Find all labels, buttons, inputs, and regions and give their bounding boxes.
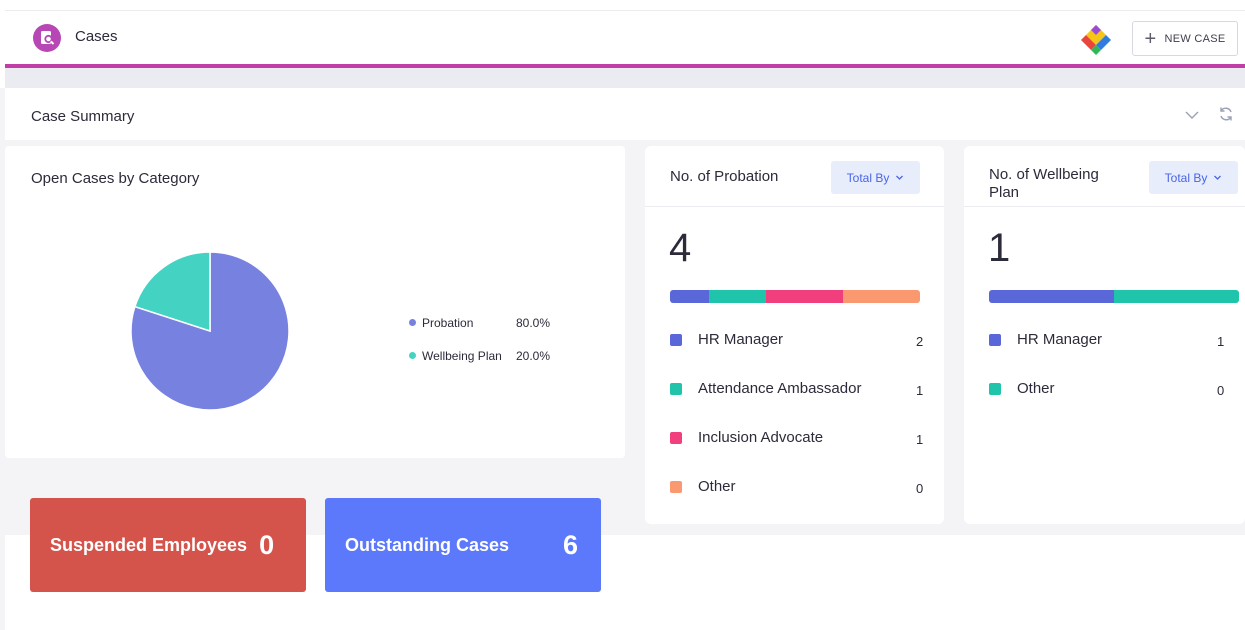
bar-segment-hr-manager xyxy=(670,290,709,303)
legend-dot xyxy=(409,319,416,326)
breakdown-count: 0 xyxy=(1217,383,1225,398)
breakdown-label: Attendance Ambassador xyxy=(698,380,862,397)
color-swatch xyxy=(989,333,1001,346)
chevron-down-icon[interactable] xyxy=(1183,106,1201,124)
open-cases-card: Open Cases by Category Probation 80.0% W… xyxy=(5,146,625,458)
wellbeing-total-by-dropdown[interactable]: Total By xyxy=(1149,161,1238,194)
breakdown-row-attendance-ambassador[interactable]: Attendance Ambassador xyxy=(670,380,861,397)
suspended-employees-count: 0 xyxy=(259,529,275,560)
breakdown-count: 1 xyxy=(916,432,924,447)
legend-item-probation[interactable]: Probation 80.0% xyxy=(409,306,556,339)
wellbeing-total: 1 xyxy=(988,226,1011,270)
open-cases-title: Open Cases by Category xyxy=(31,170,200,187)
probation-title: No. of Probation xyxy=(670,168,779,185)
case-summary-title: Case Summary xyxy=(31,108,135,125)
chevron-down-icon xyxy=(1214,175,1222,180)
new-case-button[interactable]: + NEW CASE xyxy=(1132,21,1238,56)
bar-segment-other xyxy=(843,290,920,303)
breakdown-count: 0 xyxy=(916,481,924,496)
breakdown-count: 1 xyxy=(1217,334,1225,349)
probation-total: 4 xyxy=(669,226,692,270)
outstanding-cases-label: Outstanding Cases xyxy=(345,534,510,555)
breakdown-row-hr-manager[interactable]: HR Manager xyxy=(989,331,1102,348)
suspended-employees-label: Suspended Employees xyxy=(50,534,248,555)
open-cases-pie-chart xyxy=(130,251,290,411)
legend-label: Probation xyxy=(422,315,474,330)
grey-band xyxy=(5,68,1245,88)
probation-total-by-dropdown[interactable]: Total By xyxy=(831,161,920,194)
legend-label: Wellbeing Plan xyxy=(422,348,502,363)
new-case-label: NEW CASE xyxy=(1164,32,1226,45)
chevron-down-icon xyxy=(896,175,904,180)
color-swatch xyxy=(670,431,682,444)
breakdown-count: 2 xyxy=(916,334,924,349)
probation-card: No. of Probation Total By 4 HR Manager 2 A… xyxy=(645,146,944,524)
breakdown-row-other[interactable]: Other xyxy=(670,478,736,495)
bar-segment-other xyxy=(1114,290,1239,303)
cases-app-icon xyxy=(33,24,61,52)
total-by-label: Total By xyxy=(846,170,890,185)
divider xyxy=(645,206,944,207)
legend-dot xyxy=(409,352,416,359)
legend-value: 80.0% xyxy=(516,315,551,330)
color-swatch xyxy=(670,382,682,395)
outstanding-cases-count: 6 xyxy=(563,529,579,560)
legend-value: 20.0% xyxy=(516,348,551,363)
breakdown-row-hr-manager[interactable]: HR Manager xyxy=(670,331,783,348)
breakdown-label: Inclusion Advocate xyxy=(698,429,824,446)
wellbeing-card: No. of Wellbeing Plan Total By 1 HR Mana… xyxy=(964,146,1245,524)
refresh-icon[interactable] xyxy=(1217,105,1235,123)
legend-item-wellbeing-plan[interactable]: Wellbeing Plan 20.0% xyxy=(409,339,556,372)
plus-icon: + xyxy=(1144,27,1157,50)
color-swatch xyxy=(670,333,682,346)
brand-logo xyxy=(1081,25,1111,55)
outstanding-cases-card[interactable]: Outstanding Cases 6 xyxy=(325,498,601,592)
breakdown-row-other[interactable]: Other xyxy=(989,380,1055,397)
bar-segment-hr-manager xyxy=(989,290,1114,303)
bar-segment-attendance-ambassador xyxy=(709,290,766,303)
breakdown-label: HR Manager xyxy=(1017,331,1103,348)
breakdown-label: Other xyxy=(1017,380,1055,397)
probation-breakdown-bar xyxy=(670,290,920,303)
wellbeing-breakdown-bar xyxy=(989,290,1239,303)
total-by-label: Total By xyxy=(1164,170,1208,185)
color-swatch xyxy=(989,382,1001,395)
wellbeing-title: No. of Wellbeing Plan xyxy=(989,166,1099,201)
breakdown-label: HR Manager xyxy=(698,331,784,348)
suspended-employees-card[interactable]: Suspended Employees 0 xyxy=(30,498,306,592)
bar-segment-inclusion-advocate xyxy=(766,290,843,303)
breakdown-row-inclusion-advocate[interactable]: Inclusion Advocate xyxy=(670,429,823,446)
divider xyxy=(964,206,1245,207)
case-summary-header: Case Summary xyxy=(5,88,1245,140)
top-bar: Cases + NEW CASE xyxy=(5,10,1245,65)
breakdown-label: Other xyxy=(698,478,736,495)
page-title: Cases xyxy=(75,28,118,45)
color-swatch xyxy=(670,480,682,493)
pie-legend: Probation 80.0% Wellbeing Plan 20.0% xyxy=(409,306,556,372)
breakdown-count: 1 xyxy=(916,383,924,398)
